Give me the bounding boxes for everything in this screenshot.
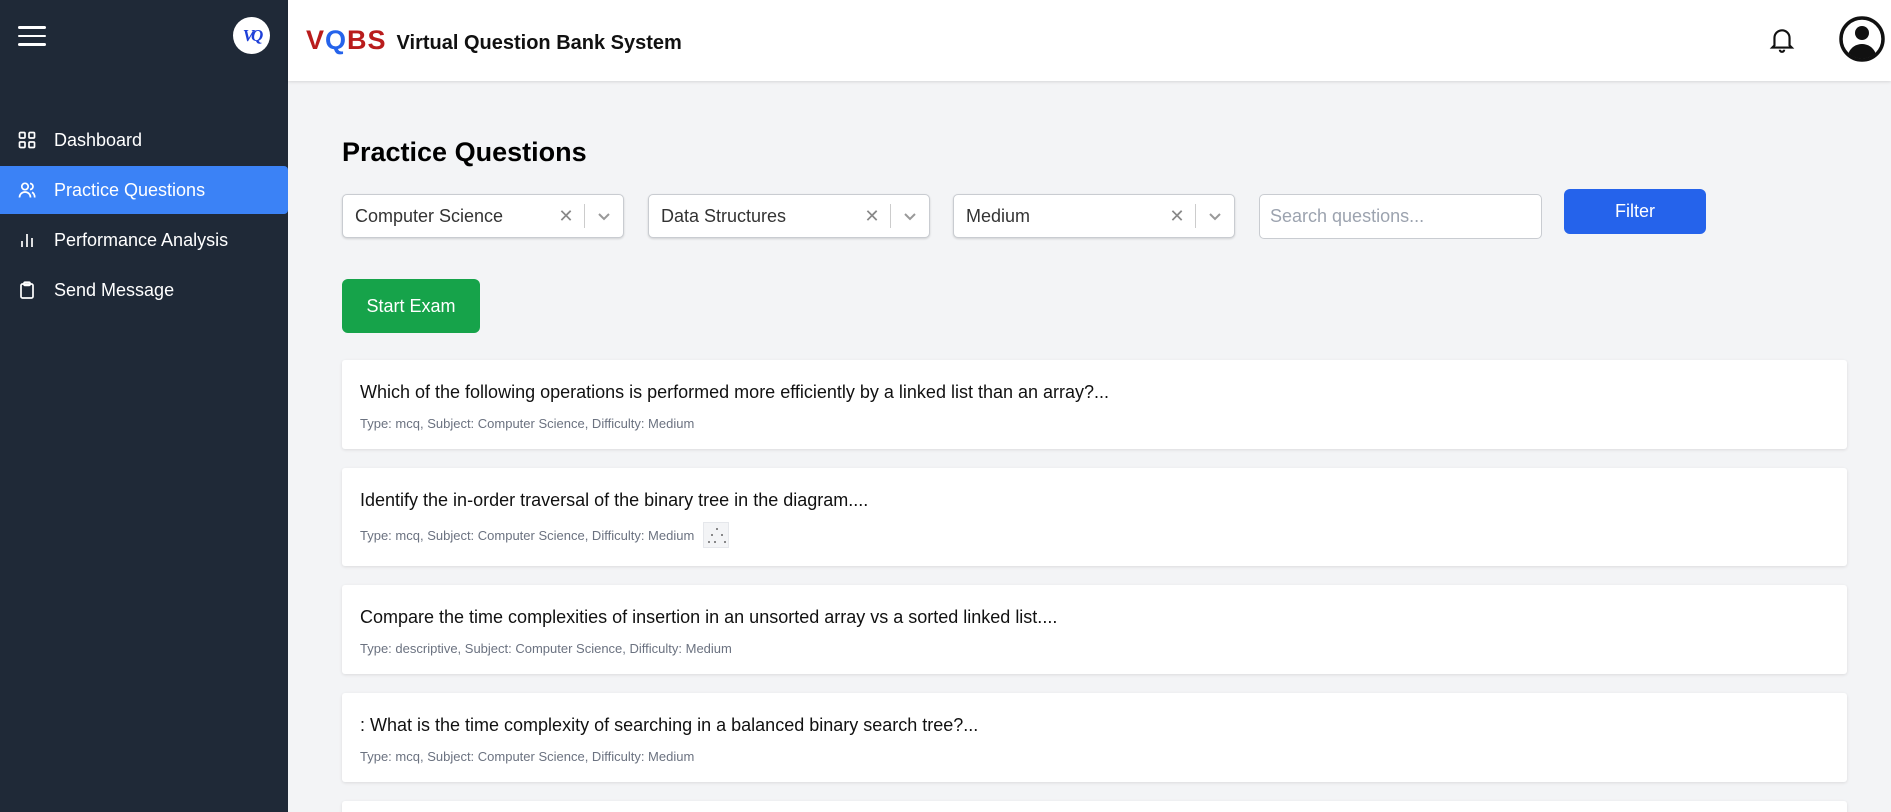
clear-icon[interactable]: ✕: [1163, 206, 1191, 227]
question-text: Identify the in-order traversal of the b…: [360, 490, 869, 510]
subject-select-value: Computer Science: [355, 205, 504, 226]
sidebar-item-label: Practice Questions: [54, 179, 206, 200]
clear-icon[interactable]: ✕: [552, 206, 580, 227]
sidebar-item-label: Dashboard: [54, 129, 143, 150]
question-card[interactable]: [342, 801, 1847, 812]
top-header: VQBS Virtual Question Bank System: [288, 0, 1891, 81]
divider: [584, 204, 585, 228]
sidebar-item-send-message[interactable]: Send Message: [0, 266, 288, 314]
divider: [1195, 204, 1196, 228]
page-title: Practice Questions: [342, 137, 587, 167]
question-meta: Type: mcq, Subject: Computer Science, Di…: [360, 522, 730, 548]
difficulty-select-value: Medium: [966, 205, 1031, 226]
question-card[interactable]: Which of the following operations is per…: [342, 360, 1847, 449]
question-image-thumbnail[interactable]: [703, 522, 730, 548]
users-icon: [18, 181, 36, 199]
clipboard-icon: [18, 281, 36, 299]
sidebar-item-label: Send Message: [54, 279, 175, 300]
topic-select[interactable]: Data Structures ✕: [648, 194, 930, 238]
sidebar-item-performance-analysis[interactable]: Performance Analysis: [0, 216, 288, 264]
subject-select[interactable]: Computer Science ✕: [342, 194, 624, 238]
question-card[interactable]: Identify the in-order traversal of the b…: [342, 468, 1847, 566]
user-avatar-icon[interactable]: [1839, 16, 1885, 62]
question-card[interactable]: : What is the time complexity of searchi…: [342, 693, 1847, 782]
question-meta: Type: mcq, Subject: Computer Science, Di…: [360, 749, 695, 764]
grid-icon: [18, 131, 36, 149]
sidebar-nav: Dashboard Practice Questions Performance…: [0, 116, 288, 316]
clear-icon[interactable]: ✕: [858, 206, 886, 227]
question-meta: Type: mcq, Subject: Computer Science, Di…: [360, 416, 695, 431]
start-exam-button[interactable]: Start Exam: [342, 279, 480, 333]
sidebar: VQ Dashboard Practice Questions Performa…: [0, 0, 288, 812]
question-text: Which of the following operations is per…: [360, 382, 1110, 402]
divider: [890, 204, 891, 228]
sidebar-item-dashboard[interactable]: Dashboard: [0, 116, 288, 164]
sidebar-item-practice-questions[interactable]: Practice Questions: [0, 166, 288, 214]
question-meta: Type: descriptive, Subject: Computer Sci…: [360, 641, 732, 656]
app-title: Virtual Question Bank System: [396, 32, 682, 54]
difficulty-select[interactable]: Medium ✕: [953, 194, 1235, 238]
bar-chart-icon: [18, 231, 36, 249]
chevron-down-icon[interactable]: [899, 209, 921, 223]
search-input[interactable]: [1259, 194, 1542, 239]
menu-icon[interactable]: [18, 26, 46, 48]
filter-button[interactable]: Filter: [1564, 189, 1706, 234]
notification-bell-icon[interactable]: [1769, 26, 1795, 54]
brand-logo: VQBS: [306, 25, 387, 55]
app-logo: VQ: [233, 17, 270, 54]
question-text: : What is the time complexity of searchi…: [360, 715, 979, 735]
question-text: Compare the time complexities of inserti…: [360, 607, 1058, 627]
chevron-down-icon[interactable]: [593, 209, 615, 223]
question-card[interactable]: Compare the time complexities of inserti…: [342, 585, 1847, 674]
topic-select-value: Data Structures: [661, 205, 787, 226]
brand: VQBS Virtual Question Bank System: [306, 25, 682, 56]
main-content: Practice Questions Computer Science ✕ Da…: [288, 81, 1891, 812]
sidebar-item-label: Performance Analysis: [54, 229, 229, 250]
chevron-down-icon[interactable]: [1204, 209, 1226, 223]
